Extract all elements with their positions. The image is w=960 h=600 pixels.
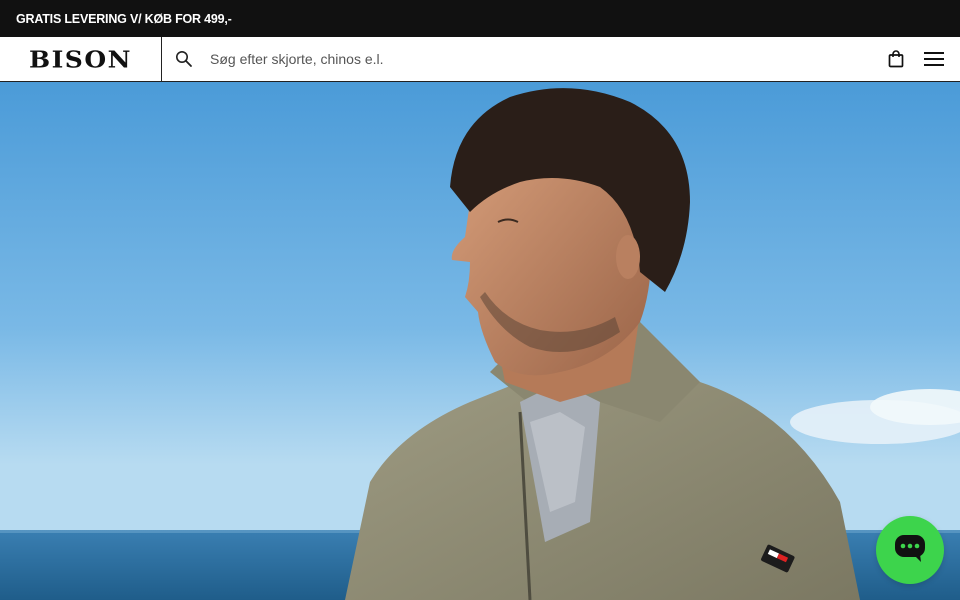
search-icon[interactable]: [174, 49, 194, 69]
site-header: BISON: [0, 37, 960, 82]
shopping-bag-icon[interactable]: [886, 48, 906, 70]
chat-button[interactable]: [876, 516, 944, 584]
hamburger-menu-icon[interactable]: [922, 49, 946, 69]
announcement-text: GRATIS LEVERING V/ KØB FOR 499,-: [16, 11, 232, 26]
search-bar: [162, 37, 960, 81]
hero-image: [0, 82, 960, 600]
search-input[interactable]: [210, 44, 810, 74]
chat-bubble-icon: [893, 533, 927, 568]
announcement-bar: GRATIS LEVERING V/ KØB FOR 499,-: [0, 0, 960, 37]
logo-link[interactable]: BISON: [0, 37, 162, 81]
hero-banner[interactable]: [0, 82, 960, 600]
brand-logo: BISON: [28, 45, 132, 73]
